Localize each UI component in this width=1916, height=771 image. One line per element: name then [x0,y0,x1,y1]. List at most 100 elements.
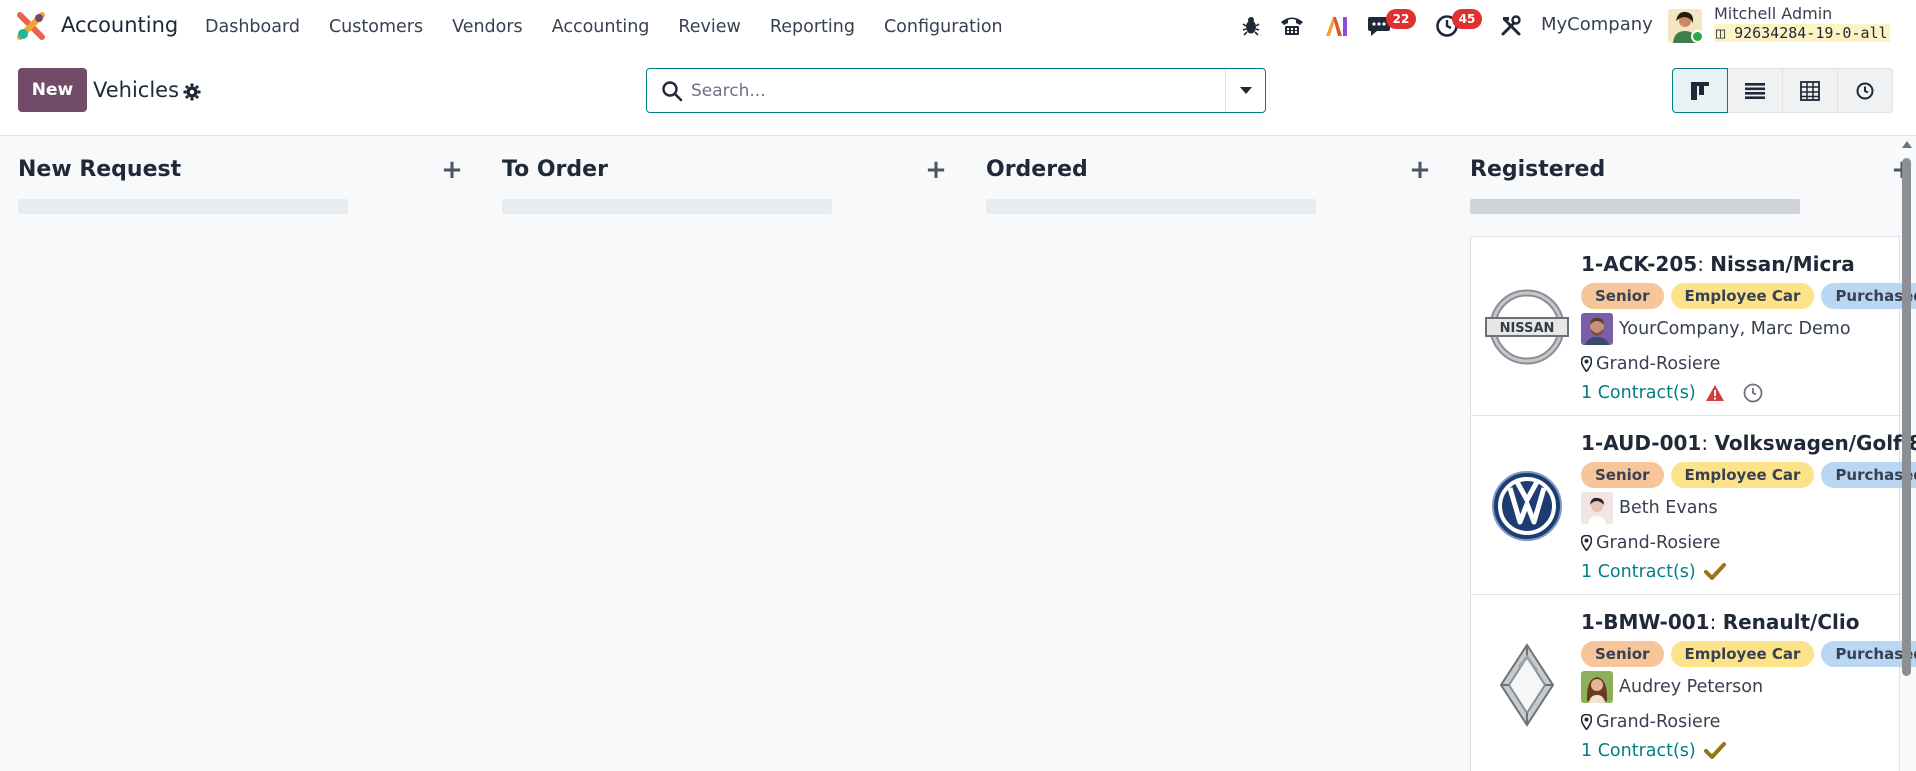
vehicle-title: 1-BMW-001: Renault/Clio [1581,610,1859,634]
activity-clock-icon[interactable] [1742,382,1764,404]
column-quick-create-plus-icon[interactable]: + [922,155,950,185]
company-switcher[interactable]: MyCompany [1541,14,1653,35]
column-progress-bar [986,199,1316,214]
caret-down-icon [1239,86,1252,94]
column-progress-bar [502,199,832,214]
volkswagen-logo [1492,471,1562,541]
kanban-view-button[interactable] [1672,68,1728,113]
menu-dashboard[interactable]: Dashboard [205,17,300,37]
ai-assistant-icon[interactable] [1323,13,1349,39]
license-plate: 1-ACK-205 [1581,252,1698,276]
kanban-view-icon [1691,81,1709,100]
vehicle-model: Volkswagen/Golf 8 [1714,431,1916,455]
tag-employee-car: Employee Car [1670,641,1815,667]
search-input[interactable] [691,75,1201,106]
vehicle-model: Nissan/Micra [1710,252,1855,276]
driver-avatar [1581,671,1613,703]
kanban-board: New Request + To Order + Ordered + Regis… [0,136,1916,771]
debug-bug-icon[interactable] [1238,13,1264,39]
tag-senior: Senior [1581,462,1664,488]
vehicle-location: Grand-Rosiere [1581,354,1720,374]
vehicle-card[interactable]: NISSAN 1-ACK-205: Nissan/Micra Senior Em… [1470,236,1916,416]
user-online-status [1691,30,1704,43]
column-quick-create-plus-icon[interactable]: + [438,155,466,185]
vehicle-location: Grand-Rosiere [1581,712,1720,732]
title-separator: : [1709,610,1723,634]
tag-employee-car: Employee Car [1670,283,1815,309]
vehicle-tags: Senior Employee Car Purchased [1581,462,1916,488]
messages-count-badge: 22 [1386,9,1416,29]
tag-senior: Senior [1581,641,1664,667]
vertical-scrollbar-thumb[interactable] [1902,158,1911,676]
location-name: Grand-Rosiere [1596,354,1721,374]
user-name[interactable]: Mitchell Admin [1714,4,1832,23]
column-progress-bar [18,199,348,214]
renault-logo [1499,643,1555,727]
app-name[interactable]: Accounting [61,13,178,37]
vehicle-card[interactable]: 1-BMW-001: Renault/Clio Senior Employee … [1470,594,1916,771]
vehicle-contracts: 1 Contract(s) [1581,561,1742,583]
menu-reporting[interactable]: Reporting [770,17,855,37]
vehicle-contracts: 1 Contract(s) [1581,382,1780,404]
svg-text:NISSAN: NISSAN [1500,321,1555,336]
activity-view-button[interactable] [1837,68,1893,113]
location-name: Grand-Rosiere [1596,712,1721,732]
contract-ok-check-icon [1703,740,1726,762]
search-icon [662,81,683,102]
phone-icon[interactable] [1279,13,1305,39]
tools-icon[interactable] [1498,13,1524,39]
menu-accounting[interactable]: Accounting [552,17,650,37]
database-icon: ◫ [1716,24,1735,42]
top-navbar: Accounting Dashboard Customers Vendors A… [0,0,1916,53]
clock-icon [1856,82,1874,99]
contracts-link[interactable]: 1 Contract(s) [1581,383,1696,403]
contract-ok-check-icon [1703,561,1726,583]
column-title: Registered [1470,157,1606,182]
contracts-link[interactable]: 1 Contract(s) [1581,741,1696,761]
nissan-logo: NISSAN [1485,289,1569,365]
vehicle-contracts: 1 Contract(s) [1581,740,1742,762]
contracts-link[interactable]: 1 Contract(s) [1581,562,1696,582]
kanban-column-new-request: New Request + [18,136,484,771]
vehicle-title: 1-ACK-205: Nissan/Micra [1581,252,1855,276]
driver-name: YourCompany, Marc Demo [1619,319,1851,339]
kanban-column-registered: Registered + NISSAN 1-ACK-205: Nissan/Mi… [1470,136,1916,771]
menu-vendors[interactable]: Vendors [452,17,523,37]
scroll-up-arrow[interactable] [1902,141,1912,148]
new-button[interactable]: New [18,68,87,112]
menu-review[interactable]: Review [678,17,740,37]
vehicle-model: Renault/Clio [1722,610,1860,634]
pivot-view-button[interactable] [1782,68,1838,113]
title-separator: : [1697,252,1711,276]
vehicle-driver: Audrey Peterson [1581,671,1763,703]
vehicle-card[interactable]: 1-AUD-001: Volkswagen/Golf 8 Senior Empl… [1470,415,1916,595]
map-marker-icon [1581,714,1592,730]
driver-name: Beth Evans [1619,498,1718,518]
pivot-table-icon [1800,80,1820,101]
menu-configuration[interactable]: Configuration [884,17,1003,37]
column-title: Ordered [986,157,1088,182]
column-title: New Request [18,157,182,182]
location-name: Grand-Rosiere [1596,533,1721,553]
main-menu: Dashboard Customers Vendors Accounting R… [205,0,1032,53]
vehicle-tags: Senior Employee Car Purchased [1581,641,1916,667]
column-quick-create-plus-icon[interactable]: + [1406,155,1434,185]
menu-customers[interactable]: Customers [329,17,423,37]
breadcrumb: Vehicles [93,78,180,102]
gear-icon[interactable] [183,83,201,101]
driver-avatar [1581,492,1613,524]
vehicle-driver: YourCompany, Marc Demo [1581,313,1851,345]
kanban-column-ordered: Ordered + [986,136,1452,771]
view-switcher [1672,68,1893,113]
accounting-app-icon[interactable] [17,12,45,40]
database-label: 92634284-19-0-all [1734,24,1888,42]
column-title: To Order [502,157,608,182]
column-progress-bar [1470,199,1800,214]
search-options-toggle[interactable] [1225,69,1265,112]
control-panel: New Vehicles [0,53,1916,136]
map-marker-icon [1581,356,1592,372]
license-plate: 1-AUD-001 [1581,431,1702,455]
title-separator: : [1701,431,1715,455]
vehicle-title: 1-AUD-001: Volkswagen/Golf 8 [1581,431,1916,455]
list-view-button[interactable] [1727,68,1783,113]
